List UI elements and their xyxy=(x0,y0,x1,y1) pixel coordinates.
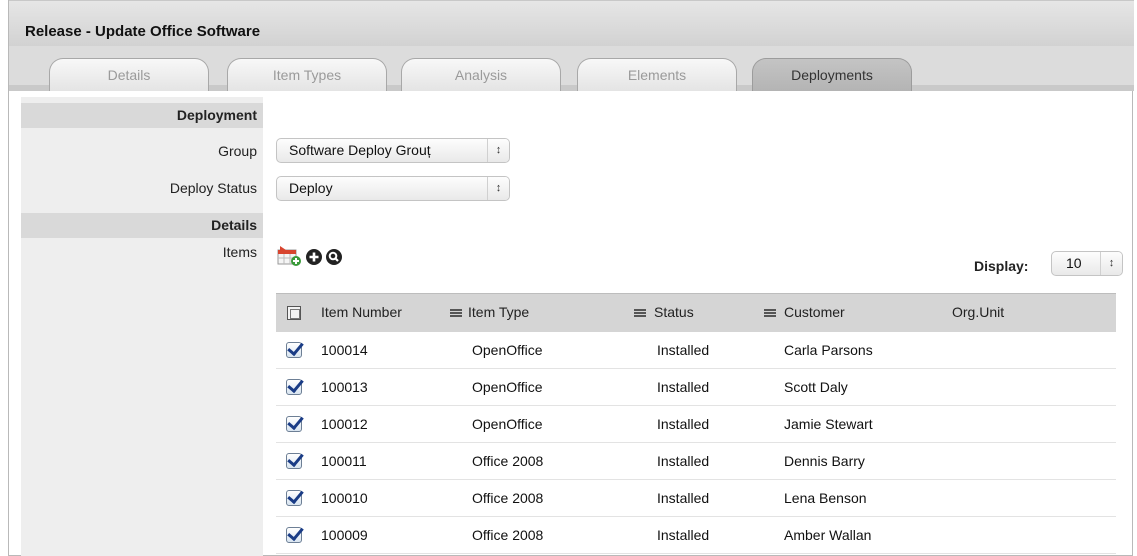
label-column xyxy=(21,97,263,556)
column-item-number[interactable]: Item Number xyxy=(321,294,402,330)
select-arrows-icon: ↕ xyxy=(487,177,509,200)
items-label: Items xyxy=(222,244,257,260)
deployment-section-label: Deployment xyxy=(176,107,257,123)
tab-elements[interactable]: Elements xyxy=(577,58,737,91)
cell-status: Installed xyxy=(657,416,710,432)
table-row[interactable]: 100013 OpenOffice Installed Scott Daly xyxy=(276,369,1116,406)
cell-status: Installed xyxy=(657,453,710,469)
cell-item-number: 100010 xyxy=(321,490,368,506)
row-checkbox[interactable] xyxy=(286,527,302,543)
cell-status: Installed xyxy=(657,342,710,358)
deployments-panel: Deployment Group Software Deploy Grouț ↕… xyxy=(21,97,1131,556)
tab-item-types[interactable]: Item Types xyxy=(227,58,387,91)
cell-status: Installed xyxy=(657,490,710,506)
cell-customer: Jamie Stewart xyxy=(784,416,873,432)
row-checkbox[interactable] xyxy=(286,453,302,469)
cell-customer: Dennis Barry xyxy=(784,453,865,469)
tab-analysis[interactable]: Analysis xyxy=(401,58,561,91)
display-count-value: 10 xyxy=(1066,255,1082,271)
row-checkbox[interactable] xyxy=(286,342,302,358)
group-select-value: Software Deploy Grouț xyxy=(289,142,431,158)
cell-customer: Scott Daly xyxy=(784,379,848,395)
select-all-checkbox[interactable] xyxy=(287,306,301,320)
cell-status: Installed xyxy=(657,527,710,543)
table-header: Item Number Item Type Status Customer Or… xyxy=(276,293,1116,332)
select-arrows-icon: ↕ xyxy=(487,139,509,162)
column-item-type[interactable]: Item Type xyxy=(468,294,529,330)
column-customer[interactable]: Customer xyxy=(784,294,845,330)
display-count-select[interactable]: 10 ↕ xyxy=(1051,251,1123,276)
column-status[interactable]: Status xyxy=(654,294,694,330)
tab-details[interactable]: Details xyxy=(49,58,209,91)
row-checkbox[interactable] xyxy=(286,490,302,506)
sort-icon[interactable] xyxy=(634,309,646,317)
table-row[interactable]: 100010 Office 2008 Installed Lena Benson xyxy=(276,480,1116,517)
cell-item-number: 100014 xyxy=(321,342,368,358)
title-bar: Release - Update Office Software xyxy=(9,0,1134,46)
table-row[interactable]: 100012 OpenOffice Installed Jamie Stewar… xyxy=(276,406,1116,443)
cell-customer: Carla Parsons xyxy=(784,342,873,358)
display-label: Display: xyxy=(974,258,1029,274)
cell-item-type: Office 2008 xyxy=(472,453,544,469)
cell-status: Installed xyxy=(657,379,710,395)
table-row[interactable]: 100014 OpenOffice Installed Carla Parson… xyxy=(276,332,1116,369)
table-row[interactable]: 100011 Office 2008 Installed Dennis Barr… xyxy=(276,443,1116,480)
select-arrows-icon: ↕ xyxy=(1100,252,1122,275)
window-title: Release - Update Office Software xyxy=(25,23,261,40)
cell-item-type: Office 2008 xyxy=(472,527,544,543)
items-table: Item Number Item Type Status Customer Or… xyxy=(276,293,1116,554)
tab-bar: Details Item Types Analysis Elements Dep… xyxy=(9,46,1134,91)
search-circle-icon[interactable] xyxy=(324,247,344,267)
cell-item-number: 100013 xyxy=(321,379,368,395)
cell-item-type: OpenOffice xyxy=(472,416,543,432)
cell-item-number: 100009 xyxy=(321,527,368,543)
group-label: Group xyxy=(218,143,257,159)
deploy-status-label: Deploy Status xyxy=(169,180,257,196)
cell-customer: Amber Wallan xyxy=(784,527,872,543)
sort-icon[interactable] xyxy=(764,309,776,317)
cell-item-type: OpenOffice xyxy=(472,342,543,358)
release-window: Release - Update Office Software Details… xyxy=(8,0,1134,556)
row-checkbox[interactable] xyxy=(286,416,302,432)
group-select[interactable]: Software Deploy Grouț ↕ xyxy=(276,138,510,163)
cell-customer: Lena Benson xyxy=(784,490,867,506)
cell-item-number: 100011 xyxy=(321,453,367,469)
sort-icon[interactable] xyxy=(450,309,462,317)
cell-item-number: 100012 xyxy=(321,416,368,432)
details-section-header: Details xyxy=(21,213,263,238)
deploy-status-select[interactable]: Deploy ↕ xyxy=(276,176,510,201)
tab-deployments[interactable]: Deployments xyxy=(752,58,912,91)
cell-item-type: Office 2008 xyxy=(472,490,544,506)
deploy-status-value: Deploy xyxy=(289,180,333,196)
deployment-section-header: Deployment xyxy=(21,103,263,128)
row-checkbox[interactable] xyxy=(286,379,302,395)
add-item-icon[interactable] xyxy=(276,244,304,268)
cell-item-type: OpenOffice xyxy=(472,379,543,395)
details-section-label: Details xyxy=(211,217,257,233)
column-org-unit[interactable]: Org.Unit xyxy=(952,294,1004,330)
add-circle-icon[interactable] xyxy=(304,247,324,267)
table-row[interactable]: 100009 Office 2008 Installed Amber Walla… xyxy=(276,517,1116,554)
